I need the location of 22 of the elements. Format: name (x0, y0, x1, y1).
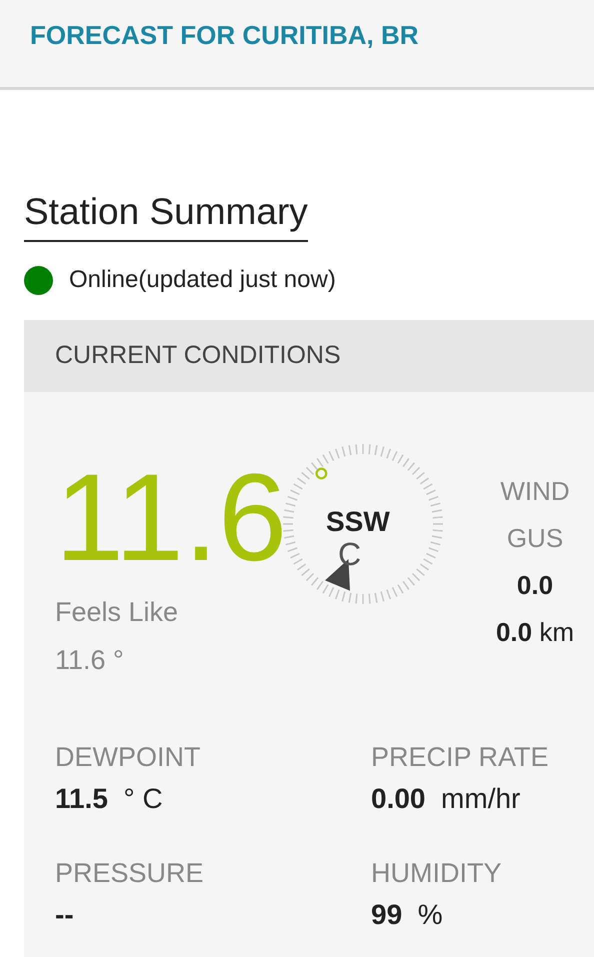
feels-like-value: 11.6 ° (55, 644, 124, 677)
status-text: Online(updated just now) (69, 265, 336, 295)
degree-symbol: ° (313, 462, 330, 504)
section-heading: Station Summary (24, 190, 308, 242)
metric-value: 11.5 ° C (55, 782, 164, 816)
page-title: FORECAST FOR CURITIBA, BR (30, 20, 419, 50)
gust-label: GUS (506, 522, 564, 555)
gust-value: 0.0 km (496, 616, 574, 649)
metric-value: 0.00 mm/hr (371, 782, 522, 816)
wind-label: WIND (500, 475, 570, 508)
wind-value: 0.0 (516, 569, 554, 602)
metric-label: PRESSURE (55, 857, 205, 890)
metric-label: HUMIDITY (371, 857, 502, 890)
metric-value: 99 % (371, 898, 444, 932)
metric-label: PRECIP RATE (371, 741, 550, 774)
metric-label: DEWPOINT (55, 741, 202, 774)
feels-like-label: Feels Like (55, 596, 178, 629)
metric-value: -- (55, 898, 75, 932)
temperature-unit: C (338, 538, 362, 570)
card-title: CURRENT CONDITIONS (55, 340, 341, 372)
temperature-value: 11.6 (55, 456, 288, 580)
compass-direction: SSW (326, 508, 390, 536)
